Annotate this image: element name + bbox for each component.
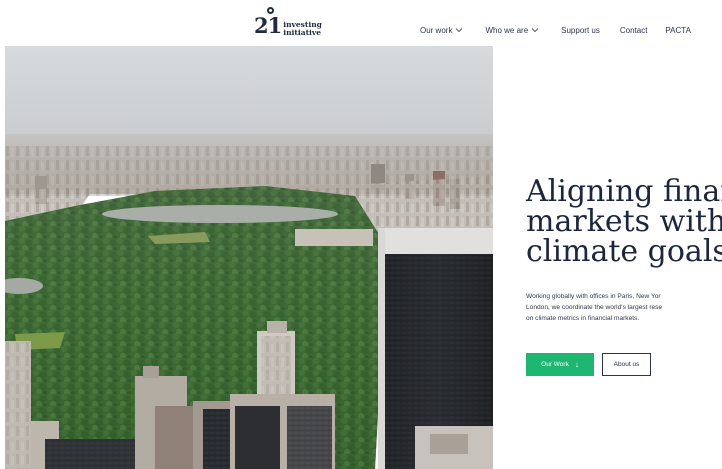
- hero-image: [5, 46, 493, 469]
- hero-subtext: Working globally with offices in Paris, …: [526, 291, 722, 324]
- headline-line: markets with: [526, 204, 722, 239]
- logo[interactable]: 21 investing initiative: [254, 7, 322, 37]
- our-work-button[interactable]: Our Work ↓: [526, 353, 594, 376]
- about-us-button[interactable]: About us: [602, 353, 651, 376]
- logo-mark: 21: [254, 7, 282, 36]
- button-label: About us: [613, 361, 640, 368]
- hero-headline: Aligning financ markets with climate goa…: [526, 177, 722, 267]
- subtext-line: Working globally with offices in Paris, …: [526, 293, 661, 300]
- chevron-down-icon: [531, 28, 539, 33]
- headline-line: climate goals: [526, 234, 722, 269]
- headline-line: Aligning financ: [526, 174, 722, 209]
- site-header: 21 investing initiative Our work Who we …: [0, 0, 722, 46]
- button-label: Our Work: [541, 361, 569, 368]
- nav-item-our-work[interactable]: Our work: [420, 26, 463, 35]
- logo-degree-icon: [267, 7, 274, 14]
- page: 21 investing initiative Our work Who we …: [0, 0, 722, 469]
- subtext-line: on climate metrics in financial markets.: [526, 315, 640, 322]
- nav-item-contact[interactable]: Contact: [620, 26, 648, 35]
- logo-wordmark: investing initiative: [283, 20, 322, 37]
- chevron-down-icon: [456, 28, 463, 33]
- subtext-line: London, we coordinate the world's larges…: [526, 304, 663, 311]
- nav-item-pacta[interactable]: PACTA: [665, 26, 690, 35]
- nav-item-support-us[interactable]: Support us: [561, 26, 600, 35]
- nav-item-who-we-are[interactable]: Who we are: [485, 26, 539, 35]
- hero-text-panel: Aligning financ markets with climate goa…: [493, 46, 722, 469]
- nav-label: Our work: [420, 25, 453, 35]
- nav-label: Contact: [619, 25, 648, 35]
- nav-label: Support us: [561, 25, 600, 35]
- nav-label: Who we are: [485, 25, 529, 35]
- main-nav: Our work Who we are Support us Contact P…: [420, 24, 691, 36]
- arrow-down-icon: ↓: [574, 359, 579, 369]
- central-park-aerial-photo: [5, 46, 493, 469]
- nav-label: PACTA: [665, 25, 691, 35]
- hero-buttons: Our Work ↓ About us: [526, 353, 651, 376]
